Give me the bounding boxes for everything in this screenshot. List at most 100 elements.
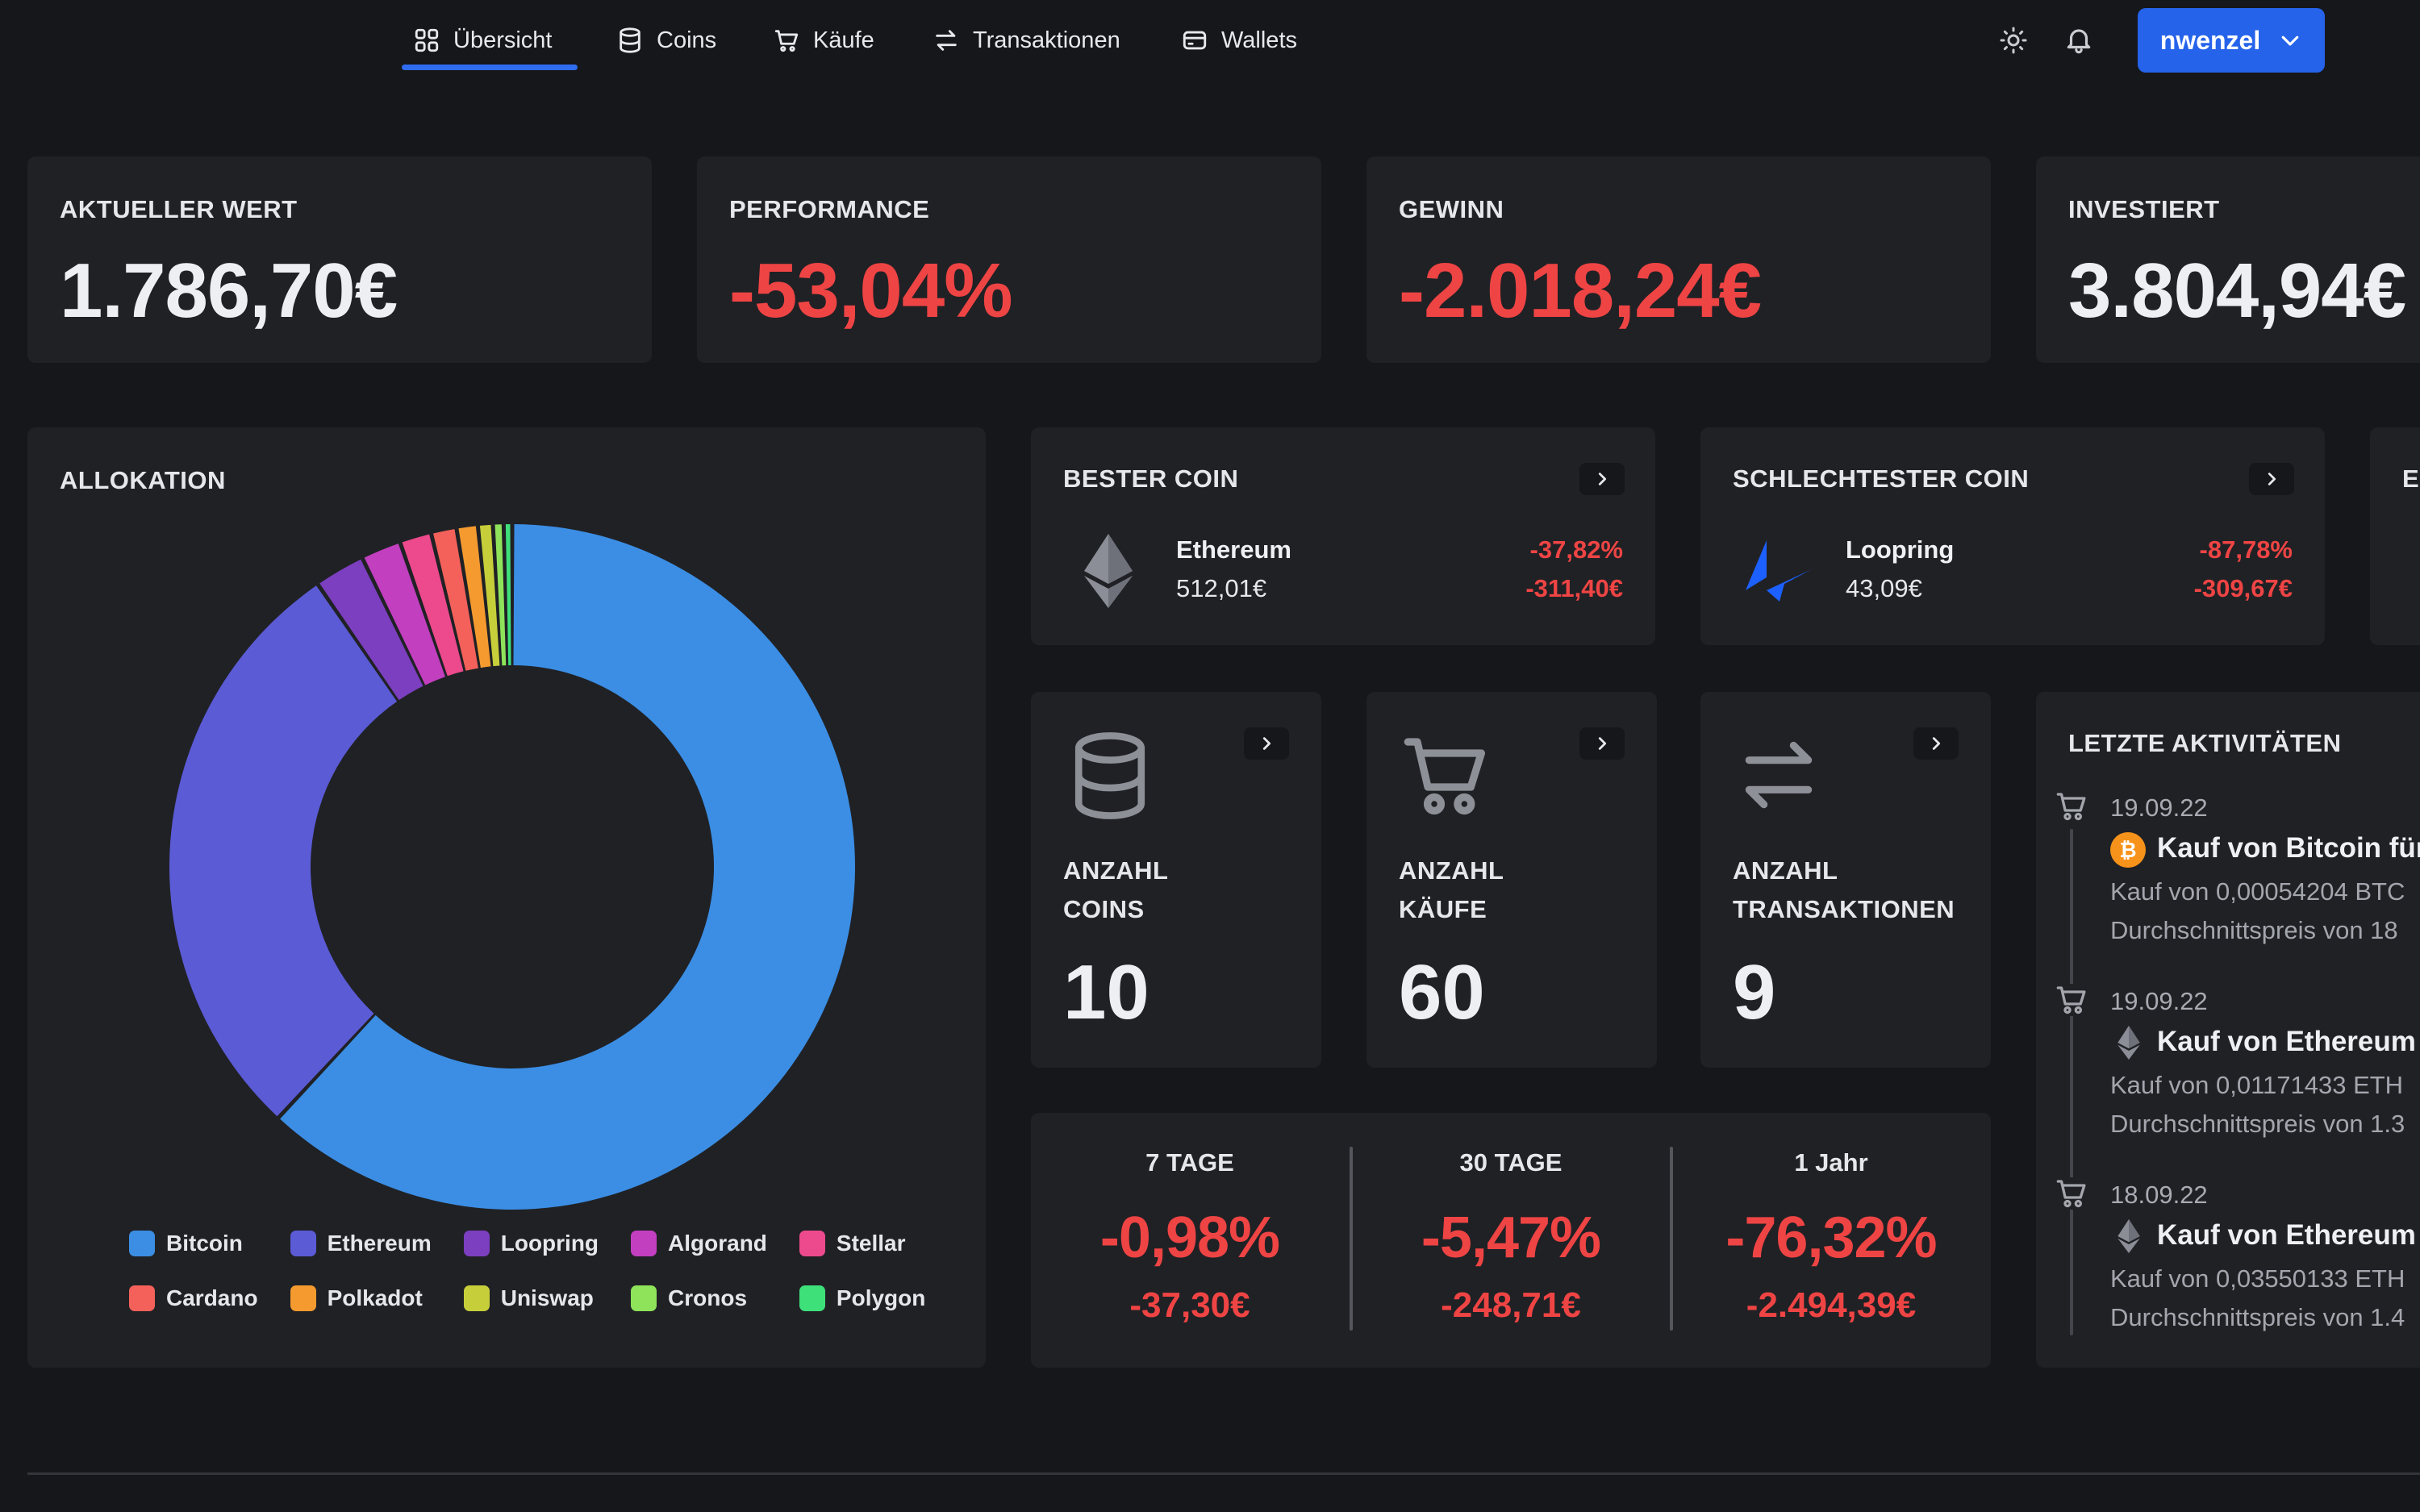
donut-slice-polygon[interactable] [505, 524, 511, 666]
nav-tab-label: Wallets [1221, 27, 1297, 53]
nav-tab-coins[interactable]: Coins [616, 23, 716, 58]
ethereum-icon [2118, 1026, 2140, 1060]
stat-card-performance: PERFORMANCE -53,04% [697, 156, 1321, 363]
chevron-down-icon [2281, 35, 2299, 46]
cart-icon [1404, 738, 1485, 815]
best-coin-abs: -311,40€ [1525, 574, 1623, 602]
legend-swatch [129, 1285, 155, 1311]
best-coin-card[interactable]: BESTER COIN Ethereum 512,01€ -37,82% -31… [1031, 427, 1655, 645]
activity-detail: Kauf von 0,01171433 ETH [2110, 1071, 2404, 1099]
legend-swatch [290, 1231, 316, 1256]
period-pct-30d: -5,47% [1421, 1206, 1601, 1270]
period-pct-7d: -0,98% [1099, 1206, 1280, 1270]
activity-date: 18.09.22 [2110, 1181, 2208, 1209]
cart-icon [2055, 984, 2088, 1016]
stat-label: GEWINN [1399, 195, 1504, 223]
legend-item-ethereum[interactable]: Ethereum [290, 1231, 432, 1256]
database-icon [1074, 732, 1145, 819]
username: nwenzel [2159, 25, 2261, 55]
partial-card-label: E [2402, 464, 2420, 493]
coins-count-label: ANZAHL [1063, 856, 1169, 885]
legend-item-loopring[interactable]: Loopring [463, 1231, 599, 1256]
legend-item-cardano[interactable]: Cardano [129, 1285, 258, 1311]
nav-tab-purchases[interactable]: Käufe [773, 23, 874, 58]
chevron-right-icon [1598, 737, 1607, 750]
purchases-count-value: 60 [1399, 949, 1485, 1035]
period-abs-1y: -2.494,39€ [1746, 1285, 1917, 1325]
activity-date: 19.09.22 [2110, 793, 2208, 822]
worst-coin-pct: -87,78% [2199, 535, 2293, 564]
legend-item-polkadot[interactable]: Polkadot [290, 1285, 432, 1311]
legend-item-uniswap[interactable]: Uniswap [463, 1285, 599, 1311]
coins-detail-button[interactable] [1244, 727, 1289, 760]
bell-icon[interactable] [2063, 24, 2094, 55]
coins-count-value: 10 [1063, 949, 1150, 1035]
legend-label: Polygon [836, 1285, 926, 1310]
transactions-count-card[interactable]: ANZAHL TRANSAKTIONEN 9 [1700, 692, 1991, 1068]
nav-tab-overview[interactable]: Übersicht [413, 23, 553, 58]
stat-value: -2.018,24€ [1399, 248, 1762, 334]
stat-label: INVESTIERT [2068, 195, 2220, 223]
legend-label: Uniswap [500, 1285, 594, 1310]
transactions-count-value: 9 [1733, 949, 1776, 1035]
period-label-1y: 1 Jahr [1794, 1148, 1868, 1177]
nav-tab-label: Transaktionen [973, 27, 1120, 53]
stat-card-profit: GEWINN -2.018,24€ [1366, 156, 1991, 363]
legend-item-algorand[interactable]: Algorand [631, 1231, 767, 1256]
active-tab-indicator [402, 65, 578, 70]
legend-label: Bitcoin [166, 1231, 243, 1256]
legend-swatch [463, 1231, 490, 1256]
worst-coin-detail-button[interactable] [2249, 463, 2294, 495]
transactions-detail-button[interactable] [1913, 727, 1959, 760]
activity-detail: Kauf von 0,03550133 ETH [2110, 1264, 2405, 1293]
best-coin-pct: -37,82% [1529, 535, 1623, 564]
chevron-right-icon [2268, 473, 2276, 485]
cart-icon [2055, 1177, 2088, 1210]
nav-tab-label: Übersicht [453, 27, 553, 53]
best-coin-detail-button[interactable] [1579, 463, 1625, 495]
wallet-icon [1183, 31, 1207, 50]
stat-label: PERFORMANCE [729, 195, 930, 223]
period-abs-7d: -37,30€ [1129, 1285, 1250, 1325]
activity-title: Kauf von Bitcoin für [2157, 832, 2420, 864]
allocation-title: ALLOKATION [60, 466, 226, 494]
coins-count-card[interactable]: ANZAHL COINS 10 [1031, 692, 1321, 1068]
ethereum-icon [1084, 534, 1133, 608]
activity-date: 19.09.22 [2110, 987, 2208, 1015]
legend-swatch [631, 1285, 657, 1311]
nav-tab-label: Coins [657, 27, 717, 53]
purchases-detail-button[interactable] [1579, 727, 1625, 760]
legend-label: Stellar [836, 1231, 906, 1256]
chevron-right-icon [1598, 473, 1607, 485]
legend-swatch [129, 1231, 155, 1256]
legend-item-bitcoin[interactable]: Bitcoin [129, 1231, 258, 1256]
best-coin-value: 512,01€ [1176, 574, 1267, 602]
legend-item-cronos[interactable]: Cronos [631, 1285, 767, 1311]
coins-count-label-2: COINS [1063, 895, 1145, 923]
chevron-right-icon [1932, 737, 1941, 750]
nav-tab-wallets[interactable]: Wallets [1181, 23, 1297, 58]
sun-icon[interactable] [1999, 26, 2028, 55]
grid-icon [415, 28, 439, 52]
legend-label: Cronos [668, 1285, 748, 1310]
purchases-count-card[interactable]: ANZAHL KÄUFE 60 [1366, 692, 1657, 1068]
nav-tab-transactions[interactable]: Transaktionen [933, 23, 1120, 58]
stat-value: 1.786,70€ [60, 248, 398, 334]
transactions-count-label: ANZAHL [1733, 856, 1838, 885]
period-abs-30d: -248,71€ [1441, 1285, 1581, 1325]
loopring-icon [1746, 540, 1812, 602]
legend-label: Algorand [668, 1231, 767, 1256]
footer-divider [27, 1472, 2420, 1475]
user-menu-button[interactable]: nwenzel [2138, 8, 2325, 73]
legend-item-polygon[interactable]: Polygon [799, 1285, 925, 1311]
activity-detail: Durchschnittspreis von 1.4 [2110, 1303, 2405, 1331]
period-label-30d: 30 TAGE [1459, 1148, 1563, 1177]
nav-tab-label: Käufe [813, 27, 874, 53]
stat-card-current-value: AKTUELLER WERT 1.786,70€ [27, 156, 652, 363]
activity-timeline [2070, 829, 2073, 1335]
stat-value: -53,04% [729, 248, 1013, 334]
legend-item-stellar[interactable]: Stellar [799, 1231, 925, 1256]
cart-icon [774, 30, 799, 52]
legend-swatch [799, 1231, 825, 1256]
worst-coin-card[interactable]: SCHLECHTESTER COIN Loopring 43,09€ -87,7… [1700, 427, 2325, 645]
